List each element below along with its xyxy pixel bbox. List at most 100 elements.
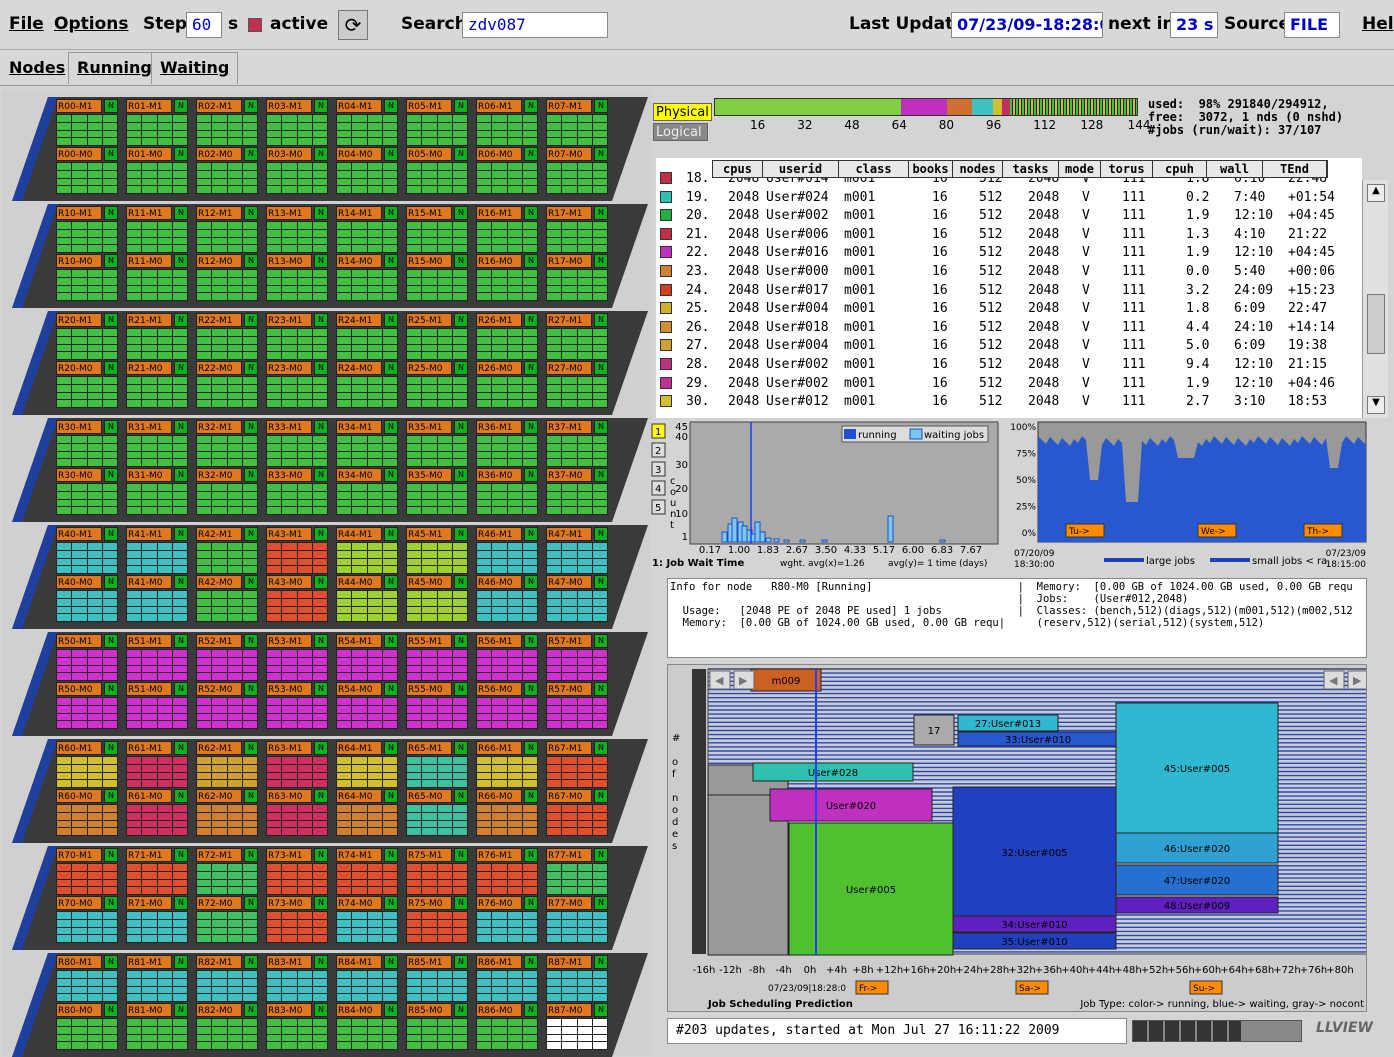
node-card[interactable] xyxy=(522,657,537,665)
node-card[interactable] xyxy=(452,764,467,772)
node-card[interactable] xyxy=(197,451,212,459)
node-card[interactable] xyxy=(102,377,117,384)
node-card[interactable] xyxy=(142,344,157,352)
midplane[interactable]: R60-M0 N xyxy=(56,789,118,836)
node-card[interactable] xyxy=(367,163,382,170)
node-card[interactable] xyxy=(197,293,212,300)
node-card[interactable] xyxy=(57,138,72,145)
node-card[interactable] xyxy=(367,566,382,573)
node-card[interactable] xyxy=(227,927,242,935)
table-row[interactable]: 23. 2048 User#000 m001 16 512 2048 V 111 0.0 5:40 +… xyxy=(656,263,1362,282)
node-card[interactable] xyxy=(157,673,172,680)
node-card[interactable] xyxy=(212,186,227,193)
node-card[interactable] xyxy=(157,122,172,130)
node-card[interactable] xyxy=(282,650,297,657)
node-card[interactable] xyxy=(437,971,452,978)
midplane[interactable]: R85-M1 N xyxy=(406,955,468,1002)
node-card[interactable] xyxy=(562,971,577,978)
node-card[interactable] xyxy=(172,757,187,764)
node-card[interactable] xyxy=(72,352,87,359)
node-card[interactable] xyxy=(422,329,437,336)
node-card[interactable] xyxy=(57,665,72,673)
node-card[interactable] xyxy=(407,451,422,459)
node-card[interactable] xyxy=(127,178,142,186)
midplane[interactable]: R34-M0 N xyxy=(336,468,398,515)
node-card[interactable] xyxy=(477,665,492,673)
node-card[interactable] xyxy=(72,285,87,293)
node-card[interactable] xyxy=(102,277,117,285)
node-card[interactable] xyxy=(522,344,537,352)
node-card[interactable] xyxy=(337,978,352,986)
node-card[interactable] xyxy=(102,170,117,178)
node-card[interactable] xyxy=(312,772,327,780)
node-card[interactable] xyxy=(297,935,312,942)
node-card[interactable] xyxy=(312,270,327,277)
node-card[interactable] xyxy=(242,721,257,728)
node-card[interactable] xyxy=(282,764,297,772)
node-card[interactable] xyxy=(367,1034,382,1042)
node-card[interactable] xyxy=(592,178,607,186)
node-card[interactable] xyxy=(437,927,452,935)
node-card[interactable] xyxy=(72,971,87,978)
node-card[interactable] xyxy=(507,491,522,499)
node-card[interactable] xyxy=(297,222,312,229)
node-card[interactable] xyxy=(452,436,467,443)
node-card[interactable] xyxy=(337,1042,352,1049)
node-card[interactable] xyxy=(227,971,242,978)
node-card[interactable] xyxy=(87,650,102,657)
node-card[interactable] xyxy=(367,507,382,514)
node-card[interactable] xyxy=(352,229,367,237)
node-card[interactable] xyxy=(87,352,102,359)
node-card[interactable] xyxy=(127,270,142,277)
node-card[interactable] xyxy=(382,780,397,787)
node-card[interactable] xyxy=(267,598,282,606)
node-card[interactable] xyxy=(492,499,507,507)
node-card[interactable] xyxy=(267,986,282,994)
midplane[interactable]: R30-M1 N xyxy=(56,420,118,467)
node-card[interactable] xyxy=(452,598,467,606)
node-card[interactable] xyxy=(157,1019,172,1026)
node-card[interactable] xyxy=(297,229,312,237)
node-card[interactable] xyxy=(492,698,507,705)
node-card[interactable] xyxy=(522,186,537,193)
node-card[interactable] xyxy=(282,115,297,122)
node-card[interactable] xyxy=(577,491,592,499)
node-card[interactable] xyxy=(352,163,367,170)
midplane[interactable]: R22-M1 N xyxy=(196,313,258,360)
node-card[interactable] xyxy=(352,665,367,673)
node-card[interactable] xyxy=(382,1019,397,1026)
node-card[interactable] xyxy=(312,484,327,491)
node-card[interactable] xyxy=(242,186,257,193)
node-card[interactable] xyxy=(282,591,297,598)
node-card[interactable] xyxy=(562,812,577,820)
node-card[interactable] xyxy=(477,293,492,300)
node-card[interactable] xyxy=(352,828,367,835)
node-card[interactable] xyxy=(227,919,242,927)
node-card[interactable] xyxy=(72,344,87,352)
node-card[interactable] xyxy=(562,887,577,894)
node-card[interactable] xyxy=(212,864,227,871)
midplane[interactable]: R07-M1 N xyxy=(546,99,608,146)
node-card[interactable] xyxy=(507,665,522,673)
node-card[interactable] xyxy=(382,293,397,300)
node-card[interactable] xyxy=(267,270,282,277)
midplane[interactable]: R26-M0 N xyxy=(476,361,538,408)
node-card[interactable] xyxy=(522,392,537,400)
node-card[interactable] xyxy=(382,614,397,621)
node-card[interactable] xyxy=(157,721,172,728)
node-card[interactable] xyxy=(407,713,422,721)
node-card[interactable] xyxy=(127,170,142,178)
node-card[interactable] xyxy=(267,780,282,787)
node-card[interactable] xyxy=(577,935,592,942)
node-card[interactable] xyxy=(157,935,172,942)
node-card[interactable] xyxy=(297,245,312,252)
node-card[interactable] xyxy=(172,986,187,994)
node-card[interactable] xyxy=(142,352,157,359)
node-card[interactable] xyxy=(437,820,452,828)
node-card[interactable] xyxy=(197,871,212,879)
node-card[interactable] xyxy=(437,591,452,598)
node-card[interactable] xyxy=(337,329,352,336)
node-card[interactable] xyxy=(282,130,297,138)
node-card[interactable] xyxy=(437,222,452,229)
node-card[interactable] xyxy=(477,935,492,942)
